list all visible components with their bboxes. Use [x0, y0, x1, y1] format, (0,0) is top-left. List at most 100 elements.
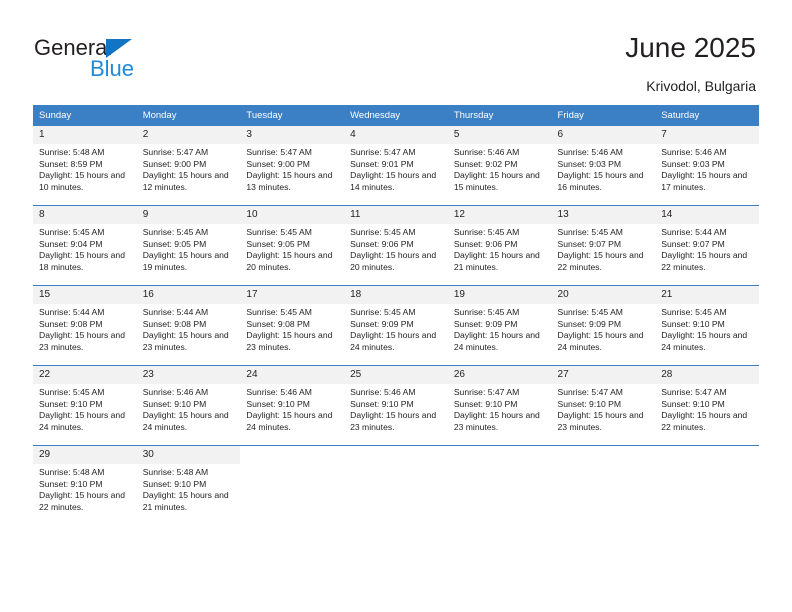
calendar-day-cell[interactable]: 25 Sunrise: 5:46 AM Sunset: 9:10 PM Dayligh…: [344, 365, 448, 446]
sunrise-text: Sunrise: 5:46 AM: [350, 387, 416, 397]
day-sun-details: Sunrise: 5:44 AM Sunset: 9:08 PM Daylight:…: [33, 304, 137, 353]
day-sun-details: Sunrise: 5:45 AM Sunset: 9:05 PM Daylight:…: [137, 224, 241, 273]
calendar-day-cell[interactable]: 27 Sunrise: 5:47 AM Sunset: 9:10 PM Dayligh…: [551, 365, 656, 446]
calendar-body: 1 Sunrise: 5:48 AM Sunset: 8:59 PM Daylight…: [33, 126, 759, 525]
sunrise-text: Sunrise: 5:45 AM: [246, 307, 312, 317]
calendar-day-cell[interactable]: 1 Sunrise: 5:48 AM Sunset: 8:59 PM Daylight…: [33, 126, 137, 206]
calendar-day-cell[interactable]: 10 Sunrise: 5:45 AM Sunset: 9:05 PM Dayligh…: [240, 205, 345, 286]
calendar-day-cell[interactable]: 13 Sunrise: 5:45 AM Sunset: 9:07 PM Dayligh…: [551, 205, 656, 286]
calendar-day-cell[interactable]: 19 Sunrise: 5:45 AM Sunset: 9:09 PM Dayligh…: [447, 285, 552, 366]
sunset-text: Sunset: 9:04 PM: [39, 238, 103, 249]
day-number: [448, 446, 552, 464]
calendar-day-cell[interactable]: 12 Sunrise: 5:45 AM Sunset: 9:06 PM Dayligh…: [447, 205, 552, 286]
calendar-day-cell[interactable]: 17 Sunrise: 5:45 AM Sunset: 9:08 PM Dayligh…: [240, 285, 345, 366]
day-sun-details: Sunrise: 5:45 AM Sunset: 9:08 PM Daylight:…: [240, 304, 344, 353]
day-sun-details: Sunrise: 5:46 AM Sunset: 9:10 PM Daylight:…: [137, 384, 241, 433]
daylight-text: Daylight: 15 hours and 21 minutes.: [453, 250, 540, 272]
daylight-text: Daylight: 15 hours and 22 minutes.: [661, 250, 748, 272]
sunset-text: Sunset: 9:10 PM: [142, 478, 207, 489]
calendar-day-cell[interactable]: 16 Sunrise: 5:44 AM Sunset: 9:08 PM Dayligh…: [136, 285, 241, 366]
sunrise-text: Sunrise: 5:44 AM: [142, 307, 209, 317]
day-number: [344, 446, 448, 464]
calendar-day-cell[interactable]: 6 Sunrise: 5:46 AM Sunset: 9:03 PM Daylight…: [551, 126, 656, 206]
sunrise-text: Sunrise: 5:44 AM: [39, 307, 105, 317]
sunset-text: Sunset: 9:08 PM: [246, 318, 310, 329]
daylight-text: Daylight: 15 hours and 24 minutes.: [39, 410, 125, 432]
sunrise-text: Sunrise: 5:45 AM: [453, 307, 520, 317]
daylight-text: Daylight: 15 hours and 23 minutes.: [453, 410, 540, 432]
daylight-text: Daylight: 15 hours and 24 minutes.: [557, 330, 644, 352]
calendar-day-cell[interactable]: 26 Sunrise: 5:47 AM Sunset: 9:10 PM Dayligh…: [447, 365, 552, 446]
sunset-text: Sunset: 9:10 PM: [39, 478, 103, 489]
weekday-header-saturday: Saturday: [655, 105, 759, 126]
day-sun-details: Sunrise: 5:45 AM Sunset: 9:09 PM Daylight:…: [448, 304, 552, 353]
sunrise-text: Sunrise: 5:47 AM: [453, 387, 520, 397]
sunrise-text: Sunrise: 5:47 AM: [142, 147, 209, 157]
day-sun-details: Sunrise: 5:46 AM Sunset: 9:03 PM Daylight:…: [655, 144, 759, 193]
day-number: 29: [33, 446, 137, 464]
sunset-text: Sunset: 9:08 PM: [142, 318, 207, 329]
day-number: 5: [447, 126, 552, 144]
weekday-header-sunday: Sunday: [33, 105, 137, 126]
day-number: 9: [136, 206, 241, 224]
sunrise-text: Sunrise: 5:44 AM: [661, 227, 727, 237]
calendar-day-cell[interactable]: 8 Sunrise: 5:45 AM Sunset: 9:04 PM Daylight…: [33, 205, 137, 286]
calendar-day-cell[interactable]: 30 Sunrise: 5:48 AM Sunset: 9:10 PM Dayligh…: [136, 445, 241, 525]
day-sun-details: Sunrise: 5:44 AM Sunset: 9:08 PM Daylight:…: [137, 304, 241, 353]
calendar-day-cell[interactable]: 2 Sunrise: 5:47 AM Sunset: 9:00 PM Daylight…: [136, 126, 241, 206]
daylight-text: Daylight: 15 hours and 23 minutes.: [39, 330, 125, 352]
day-sun-details: Sunrise: 5:45 AM Sunset: 9:06 PM Daylight:…: [448, 224, 552, 273]
sunrise-text: Sunrise: 5:45 AM: [453, 227, 520, 237]
day-sun-details: Sunrise: 5:47 AM Sunset: 9:10 PM Daylight:…: [552, 384, 656, 433]
day-number: 24: [240, 366, 345, 384]
sunset-text: Sunset: 9:10 PM: [453, 398, 518, 409]
daylight-text: Daylight: 15 hours and 22 minutes.: [661, 410, 748, 432]
sunset-text: Sunset: 9:07 PM: [557, 238, 622, 249]
calendar-day-cell[interactable]: 11 Sunrise: 5:45 AM Sunset: 9:06 PM Dayligh…: [344, 205, 448, 286]
calendar-day-cell[interactable]: 9 Sunrise: 5:45 AM Sunset: 9:05 PM Daylight…: [136, 205, 241, 286]
sunset-text: Sunset: 9:06 PM: [350, 238, 414, 249]
calendar-day-cell[interactable]: 7 Sunrise: 5:46 AM Sunset: 9:03 PM Daylight…: [655, 126, 759, 206]
calendar-week-row: 22 Sunrise: 5:45 AM Sunset: 9:10 PM Dayligh…: [33, 365, 759, 446]
calendar-day-cell[interactable]: 20 Sunrise: 5:45 AM Sunset: 9:09 PM Dayligh…: [551, 285, 656, 366]
sunrise-text: Sunrise: 5:46 AM: [142, 387, 209, 397]
sunrise-text: Sunrise: 5:48 AM: [39, 467, 105, 477]
daylight-text: Daylight: 15 hours and 14 minutes.: [350, 170, 437, 192]
calendar-day-cell[interactable]: 18 Sunrise: 5:45 AM Sunset: 9:09 PM Dayligh…: [344, 285, 448, 366]
daylight-text: Daylight: 15 hours and 20 minutes.: [350, 250, 437, 272]
day-number: 19: [447, 286, 552, 304]
calendar-day-cell[interactable]: 28 Sunrise: 5:47 AM Sunset: 9:10 PM Dayligh…: [655, 365, 759, 446]
sunrise-text: Sunrise: 5:48 AM: [142, 467, 209, 477]
calendar-day-cell-empty: [240, 445, 345, 525]
calendar-day-cell[interactable]: 4 Sunrise: 5:47 AM Sunset: 9:01 PM Daylight…: [344, 126, 448, 206]
calendar-day-cell[interactable]: 14 Sunrise: 5:44 AM Sunset: 9:07 PM Dayligh…: [655, 205, 759, 286]
day-sun-details: Sunrise: 5:48 AM Sunset: 8:59 PM Daylight:…: [33, 144, 137, 193]
day-number: 23: [136, 366, 241, 384]
sunset-text: Sunset: 9:10 PM: [661, 398, 725, 409]
sunset-text: Sunset: 9:05 PM: [246, 238, 310, 249]
day-sun-details: Sunrise: 5:45 AM Sunset: 9:06 PM Daylight:…: [344, 224, 448, 273]
sunrise-text: Sunrise: 5:45 AM: [557, 227, 623, 237]
calendar-week-row: 1 Sunrise: 5:48 AM Sunset: 8:59 PM Daylight…: [33, 126, 759, 206]
calendar-day-cell[interactable]: 23 Sunrise: 5:46 AM Sunset: 9:10 PM Dayligh…: [136, 365, 241, 446]
calendar-day-cell[interactable]: 22 Sunrise: 5:45 AM Sunset: 9:10 PM Dayligh…: [33, 365, 137, 446]
calendar-day-cell[interactable]: 24 Sunrise: 5:46 AM Sunset: 9:10 PM Dayligh…: [240, 365, 345, 446]
sunset-text: Sunset: 9:09 PM: [453, 318, 518, 329]
calendar-day-cell[interactable]: 5 Sunrise: 5:46 AM Sunset: 9:02 PM Daylight…: [447, 126, 552, 206]
calendar-day-cell[interactable]: 29 Sunrise: 5:48 AM Sunset: 9:10 PM Dayligh…: [33, 445, 137, 525]
calendar-day-cell-empty: [655, 445, 759, 525]
daylight-text: Daylight: 15 hours and 23 minutes.: [350, 410, 437, 432]
day-number: 2: [136, 126, 241, 144]
day-number: 27: [551, 366, 656, 384]
daylight-text: Daylight: 15 hours and 20 minutes.: [246, 250, 333, 272]
calendar-day-cell-empty: [344, 445, 448, 525]
calendar-day-cell[interactable]: 21 Sunrise: 5:45 AM Sunset: 9:10 PM Dayligh…: [655, 285, 759, 366]
calendar-day-cell[interactable]: 3 Sunrise: 5:47 AM Sunset: 9:00 PM Daylight…: [240, 126, 345, 206]
daylight-text: Daylight: 15 hours and 18 minutes.: [39, 250, 125, 272]
day-number: [552, 446, 656, 464]
calendar-day-cell-empty: [551, 445, 656, 525]
day-number: 22: [33, 366, 137, 384]
day-sun-details: Sunrise: 5:45 AM Sunset: 9:05 PM Daylight:…: [240, 224, 344, 273]
calendar-day-cell[interactable]: 15 Sunrise: 5:44 AM Sunset: 9:08 PM Dayligh…: [33, 285, 137, 366]
day-number: 11: [344, 206, 448, 224]
